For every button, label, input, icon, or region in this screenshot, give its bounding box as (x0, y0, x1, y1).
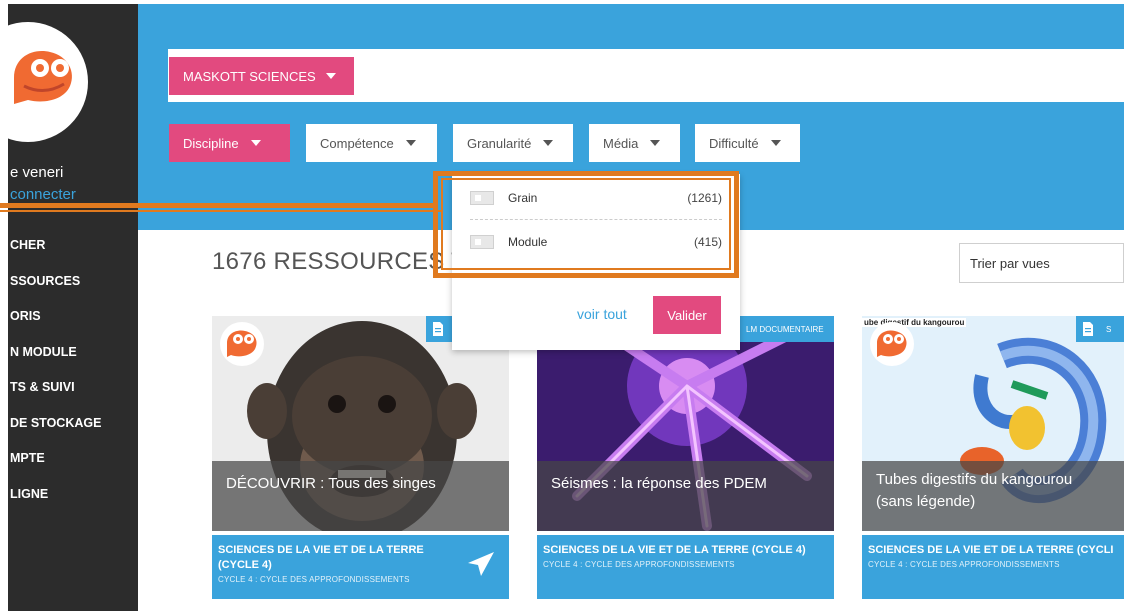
card-title: DÉCOUVRIR : Tous des singes (212, 461, 509, 531)
filter-granularite[interactable]: Granularité (453, 124, 573, 162)
maskott-mascot-logo-icon[interactable] (14, 48, 80, 108)
resource-card[interactable]: ube digestif du kangourou S Tubes digest… (862, 316, 1124, 599)
sidebar-nav: CHER SSOURCES ORIS N MODULE TS & SUIVI D… (10, 238, 101, 522)
paper-plane-icon[interactable] (467, 551, 495, 577)
maskott-mascot-icon (220, 322, 264, 366)
sidebar-item-resources[interactable]: SSOURCES (10, 274, 101, 310)
annotation-pointer-line (0, 210, 441, 212)
checkbox-grain[interactable] (470, 191, 494, 205)
validate-button[interactable]: Valider (653, 296, 721, 334)
maskott-mascot-icon (870, 322, 914, 366)
collection-select-label: MASKOTT SCIENCES (183, 68, 316, 84)
user-name: e veneri (10, 164, 64, 181)
caret-down-icon (650, 140, 661, 146)
option-label: Grain (508, 191, 538, 205)
filter-discipline[interactable]: Discipline (169, 124, 290, 162)
card-image: ube digestif du kangourou S Tubes digest… (862, 316, 1124, 531)
sidebar-item-search[interactable]: CHER (10, 238, 101, 274)
sidebar-item-storage[interactable]: DE STOCKAGE (10, 416, 101, 452)
card-footer: SCIENCES DE LA VIE ET DE LA TERRE (CYCLE… (212, 535, 509, 599)
document-icon (426, 316, 454, 342)
option-module[interactable]: Module (415) (470, 221, 722, 263)
option-grain[interactable]: Grain (1261) (470, 177, 722, 219)
filter-media[interactable]: Média (589, 124, 680, 162)
card-title: Séismes : la réponse des PDEM (537, 461, 834, 531)
caret-down-icon (543, 140, 554, 146)
see-all-link[interactable]: voir tout (577, 306, 627, 322)
app-root: e veneri connecter CHER SSOURCES ORIS N … (0, 0, 1124, 611)
card-title: Tubes digestifs du kangourou (sans légen… (862, 461, 1124, 531)
resource-card[interactable]: DÉCOUVRIR : Tous des singes SCIENCES DE … (212, 316, 509, 599)
sidebar-item-online[interactable]: LIGNE (10, 487, 101, 523)
option-count: (415) (693, 235, 722, 249)
document-icon (1083, 322, 1093, 336)
option-divider (470, 219, 722, 220)
results-count: 1676 RESSOURCES T (212, 248, 467, 275)
left-margin (0, 0, 8, 611)
card-discipline: SCIENCES DE LA VIE ET DE LA TERRE (CYCLI (868, 544, 1114, 556)
connect-link[interactable]: connecter (10, 186, 76, 203)
resource-card[interactable]: LM DOCUMENTAIRE Séismes : la réponse des… (537, 316, 834, 599)
card-cycle: CYCLE 4 : CYCLE DES APPROFONDISSEMENTS (868, 560, 1060, 569)
sidebar-item-account[interactable]: MPTE (10, 451, 101, 487)
caret-down-icon (250, 140, 261, 146)
filter-competence[interactable]: Compétence (306, 124, 437, 162)
caret-down-icon (770, 140, 781, 146)
annotation-pointer-line (0, 203, 435, 208)
option-label: Module (508, 235, 548, 249)
checkbox-module[interactable] (470, 235, 494, 249)
sidebar-item-tracking[interactable]: TS & SUIVI (10, 380, 101, 416)
caret-down-icon (405, 140, 416, 146)
filter-label: Compétence (320, 135, 394, 151)
sidebar-item-module[interactable]: N MODULE (10, 345, 101, 381)
card-cycle: CYCLE 4 : CYCLE DES APPROFONDISSEMENTS (543, 560, 735, 569)
filter-label: Difficulté (709, 135, 759, 151)
filter-difficulte[interactable]: Difficulté (695, 124, 800, 162)
caret-down-icon (325, 73, 336, 79)
sort-select[interactable]: Trier par vues (959, 243, 1124, 283)
filter-label: Granularité (467, 135, 532, 151)
option-count: (1261) (687, 191, 722, 205)
media-type-badge: S (1076, 316, 1124, 342)
sidebar-item-favorites[interactable]: ORIS (10, 309, 101, 345)
card-footer: SCIENCES DE LA VIE ET DE LA TERRE (CYCLE… (537, 535, 834, 599)
sidebar: e veneri connecter CHER SSOURCES ORIS N … (0, 4, 138, 611)
media-type-label: S (1106, 324, 1112, 334)
card-cycle: CYCLE 4 : CYCLE DES APPROFONDISSEMENTS (218, 575, 410, 584)
card-discipline: SCIENCES DE LA VIE ET DE LA TERRE (CYCLE… (543, 544, 806, 556)
card-discipline: SCIENCES DE LA VIE ET DE LA TERRE (CYCLE… (218, 544, 424, 571)
filter-label: Discipline (183, 135, 239, 151)
card-footer: SCIENCES DE LA VIE ET DE LA TERRE (CYCLI… (862, 535, 1124, 599)
media-type-badge: LM DOCUMENTAIRE (740, 316, 834, 342)
filter-label: Média (603, 135, 639, 151)
collection-select-button[interactable]: MASKOTT SCIENCES (169, 57, 354, 95)
